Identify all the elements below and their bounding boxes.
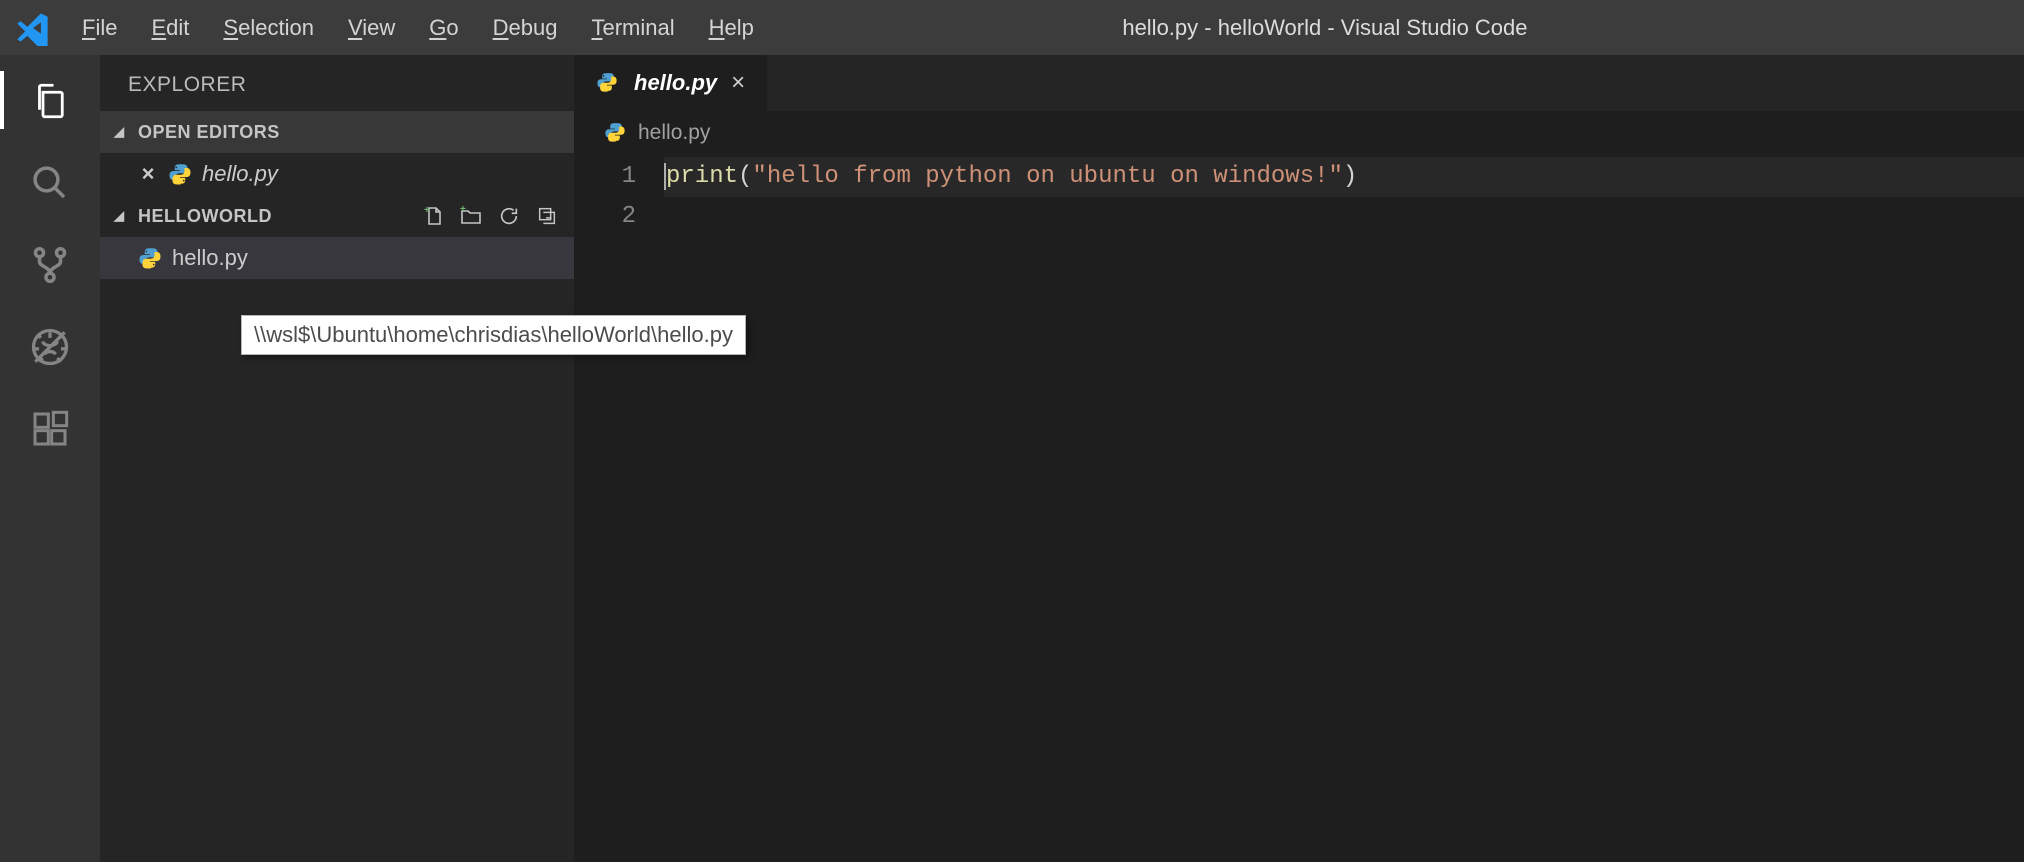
chevron-down-icon: ◢ [114, 208, 130, 224]
activity-scm-icon[interactable] [26, 241, 74, 289]
activity-debug-icon[interactable] [26, 323, 74, 371]
titlebar: File Edit Selection View Go Debug Termin… [0, 0, 2024, 55]
line-number: 1 [574, 157, 636, 197]
activity-explorer-icon[interactable] [26, 77, 74, 125]
explorer-sidebar: EXPLORER ◢ OPEN EDITORS × hello.py ◢ HEL… [100, 55, 574, 862]
new-folder-icon[interactable]: + [456, 201, 486, 231]
code-token-string: "hello from python on ubuntu on windows!… [752, 163, 1343, 190]
menu-file-rest: ile [95, 15, 117, 40]
menu-file[interactable]: File [82, 15, 117, 41]
code-content[interactable]: print("hello from python on ubuntu on wi… [664, 155, 2024, 862]
breadcrumb-file: hello.py [638, 121, 710, 145]
new-file-icon[interactable]: + [418, 201, 448, 231]
window-title: hello.py - helloWorld - Visual Studio Co… [754, 15, 2016, 41]
breadcrumb[interactable]: hello.py [574, 111, 2024, 155]
vscode-logo-icon [12, 7, 54, 49]
menu-view[interactable]: View [348, 15, 395, 41]
open-editor-item[interactable]: × hello.py [100, 153, 574, 195]
activity-bar [0, 55, 100, 862]
close-icon[interactable]: × [731, 69, 745, 97]
workspace-label: HELLOWORLD [138, 206, 272, 227]
workspace-file-name: hello.py [172, 245, 248, 271]
chevron-down-icon: ◢ [114, 124, 130, 140]
editor-tab-label: hello.py [634, 70, 717, 96]
code-editor[interactable]: 1 2 print("hello from python on ubuntu o… [574, 155, 2024, 862]
activity-search-icon[interactable] [26, 159, 74, 207]
svg-text:+: + [424, 205, 430, 216]
editor-tabs: hello.py × [574, 55, 2024, 111]
path-tooltip: \\wsl$\Ubuntu\home\chrisdias\helloWorld\… [241, 315, 746, 355]
menu-selection[interactable]: Selection [223, 15, 314, 41]
open-editor-filename: hello.py [202, 161, 278, 187]
python-icon [604, 121, 628, 145]
line-number: 2 [574, 197, 636, 237]
python-icon [138, 246, 162, 270]
open-editors-label: OPEN EDITORS [138, 122, 280, 143]
code-token-paren: ) [1343, 163, 1357, 190]
workspace-file-item[interactable]: hello.py [100, 237, 574, 279]
sidebar-title: EXPLORER [100, 55, 574, 111]
menu-edit[interactable]: Edit [151, 15, 189, 41]
open-editors-header[interactable]: ◢ OPEN EDITORS [100, 111, 574, 153]
refresh-icon[interactable] [494, 201, 524, 231]
svg-text:+: + [460, 204, 466, 215]
python-icon [168, 162, 192, 186]
activity-extensions-icon[interactable] [26, 405, 74, 453]
editor-area: hello.py × hello.py 1 2 print("hello fro… [574, 55, 2024, 862]
workbench: EXPLORER ◢ OPEN EDITORS × hello.py ◢ HEL… [0, 55, 2024, 862]
code-token-paren: ( [738, 163, 752, 190]
menu-go[interactable]: Go [429, 15, 458, 41]
menu-debug[interactable]: Debug [493, 15, 558, 41]
menu-help[interactable]: Help [709, 15, 754, 41]
workspace-header[interactable]: ◢ HELLOWORLD + + [100, 195, 574, 237]
collapse-all-icon[interactable] [532, 201, 562, 231]
python-icon [596, 71, 620, 95]
code-token-fn: print [666, 163, 738, 190]
menu-bar: File Edit Selection View Go Debug Termin… [82, 15, 754, 41]
editor-tab[interactable]: hello.py × [574, 55, 767, 111]
close-icon[interactable]: × [138, 161, 158, 187]
menu-terminal[interactable]: Terminal [591, 15, 674, 41]
line-gutter: 1 2 [574, 155, 664, 862]
